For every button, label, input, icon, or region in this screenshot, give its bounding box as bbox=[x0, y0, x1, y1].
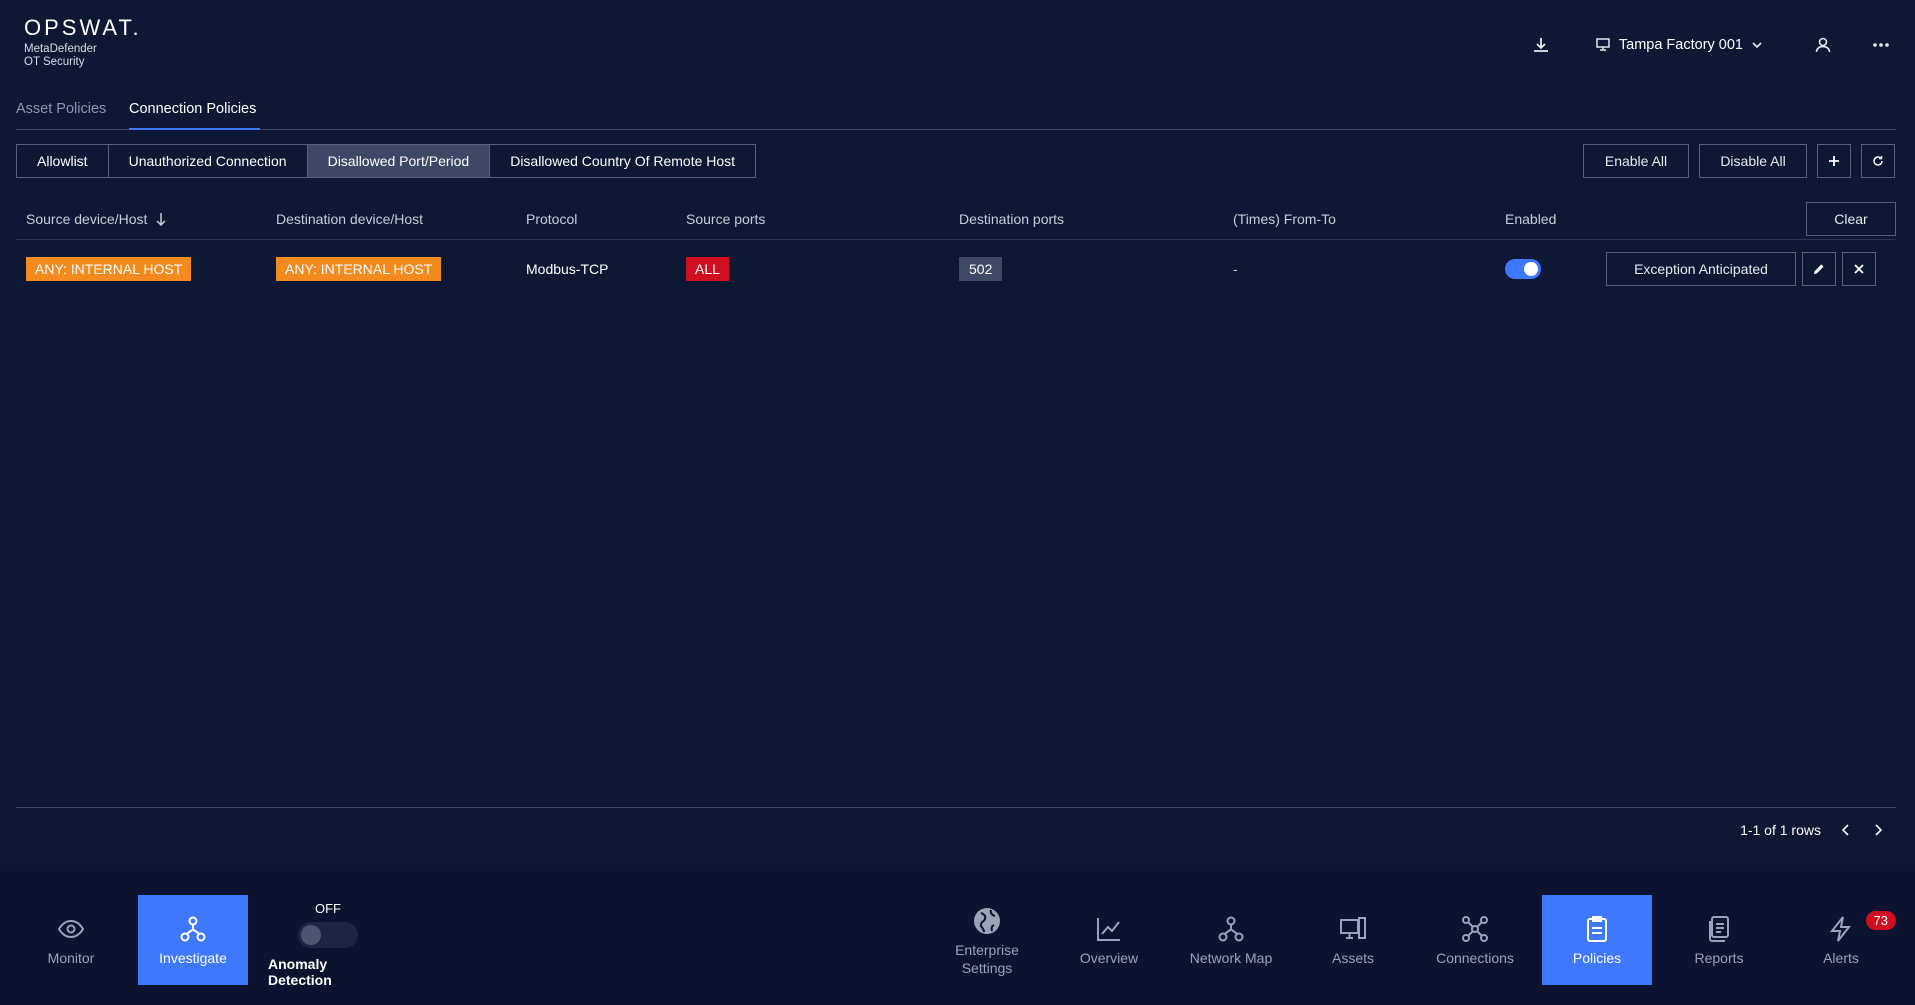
previous-page-button[interactable] bbox=[1839, 824, 1853, 836]
policy-type-filter: Allowlist Unauthorized Connection Disall… bbox=[16, 144, 757, 178]
tab-asset-policies[interactable]: Asset Policies bbox=[16, 98, 106, 130]
devices-icon bbox=[1340, 917, 1366, 939]
anomaly-detection-toggle[interactable] bbox=[298, 922, 358, 948]
eye-icon bbox=[57, 919, 85, 939]
globe-icon bbox=[974, 908, 1000, 934]
chevron-left-icon bbox=[1842, 824, 1849, 836]
clear-button[interactable]: Clear bbox=[1806, 202, 1896, 236]
table-divider bbox=[16, 807, 1896, 808]
destination-ports-cell: 502 bbox=[959, 240, 1003, 298]
edit-button[interactable] bbox=[1802, 252, 1836, 286]
monitor-site-icon bbox=[1596, 38, 1610, 51]
product-subname: OT Security bbox=[24, 56, 85, 68]
plus-icon bbox=[1829, 156, 1839, 166]
nav-monitor[interactable]: Monitor bbox=[16, 895, 126, 985]
delete-button[interactable] bbox=[1842, 252, 1876, 286]
filter-unauthorized-connection[interactable]: Unauthorized Connection bbox=[109, 145, 308, 177]
column-source-ports[interactable]: Source ports bbox=[686, 198, 765, 240]
line-chart-icon bbox=[1097, 918, 1120, 941]
source-ports-tag: ALL bbox=[686, 257, 729, 281]
logo: OPSWAT. MetaDefender OT Security bbox=[24, 16, 142, 69]
logo-wordmark: OPSWAT. bbox=[24, 15, 142, 40]
hierarchy-icon bbox=[180, 916, 206, 942]
protocol-value: Modbus-TCP bbox=[526, 261, 609, 277]
clear-cell: Clear bbox=[1806, 198, 1896, 240]
anomaly-label: Anomaly Detection bbox=[268, 956, 332, 988]
refresh-icon bbox=[1873, 156, 1883, 166]
nav-reports[interactable]: Reports bbox=[1664, 895, 1774, 985]
column-protocol[interactable]: Protocol bbox=[526, 198, 577, 240]
enabled-cell bbox=[1505, 240, 1541, 298]
destination-ports-tag: 502 bbox=[959, 257, 1003, 281]
bottom-navigation: Monitor Investigate OFF Anomaly Detectio… bbox=[0, 871, 1915, 1005]
policy-actions: Enable All Disable All bbox=[1583, 144, 1895, 178]
enable-all-button[interactable]: Enable All bbox=[1583, 144, 1689, 178]
next-page-button[interactable] bbox=[1871, 824, 1885, 836]
nav-connections[interactable]: Connections bbox=[1420, 895, 1530, 985]
site-selector[interactable]: Tampa Factory 001 bbox=[1595, 37, 1763, 53]
connections-icon bbox=[1462, 916, 1488, 942]
network-icon bbox=[1218, 916, 1244, 942]
chevron-right-icon bbox=[1875, 824, 1882, 836]
close-icon bbox=[1854, 264, 1864, 274]
filter-disallowed-country[interactable]: Disallowed Country Of Remote Host bbox=[490, 145, 755, 177]
sort-down-icon bbox=[156, 213, 166, 226]
destination-host-tag[interactable]: ANY: INTERNAL HOST bbox=[276, 257, 442, 281]
row-actions: Exception Anticipated bbox=[1606, 240, 1876, 298]
nav-network-map[interactable]: Network Map bbox=[1176, 895, 1286, 985]
filter-disallowed-port-period[interactable]: Disallowed Port/Period bbox=[307, 145, 491, 177]
nav-assets[interactable]: Assets bbox=[1298, 895, 1408, 985]
nav-alerts[interactable]: Alerts 73 bbox=[1786, 895, 1896, 985]
nav-overview[interactable]: Overview bbox=[1054, 895, 1164, 985]
table-header: Source device/Host Destination device/Ho… bbox=[16, 198, 1896, 240]
source-cell: ANY: INTERNAL HOST bbox=[26, 240, 192, 298]
lightning-icon bbox=[1829, 916, 1852, 942]
add-policy-button[interactable] bbox=[1817, 144, 1851, 178]
column-enabled[interactable]: Enabled bbox=[1505, 198, 1556, 240]
policy-tabs: Asset Policies Connection Policies bbox=[16, 98, 1896, 130]
column-destination-ports[interactable]: Destination ports bbox=[959, 198, 1064, 240]
source-ports-cell: ALL bbox=[686, 240, 729, 298]
alerts-count-badge: 73 bbox=[1865, 911, 1896, 930]
column-times[interactable]: (Times) From-To bbox=[1233, 198, 1336, 240]
download-icon[interactable] bbox=[1527, 31, 1555, 59]
tab-connection-policies[interactable]: Connection Policies bbox=[129, 98, 260, 130]
nav-policies[interactable]: Policies bbox=[1542, 895, 1652, 985]
pagination-summary: 1-1 of 1 rows bbox=[1740, 822, 1821, 838]
pagination: 1-1 of 1 rows bbox=[1740, 822, 1885, 838]
product-name: MetaDefender bbox=[24, 43, 97, 55]
chevron-down-icon bbox=[1752, 42, 1762, 49]
exception-anticipated-button[interactable]: Exception Anticipated bbox=[1606, 252, 1796, 286]
top-bar: OPSWAT. MetaDefender OT Security Tampa F… bbox=[0, 0, 1915, 80]
disable-all-button[interactable]: Disable All bbox=[1699, 144, 1807, 178]
filter-allowlist[interactable]: Allowlist bbox=[17, 145, 109, 177]
destination-cell: ANY: INTERNAL HOST bbox=[276, 240, 442, 298]
top-right-controls: Tampa Factory 001 bbox=[1527, 30, 1895, 60]
user-icon[interactable] bbox=[1809, 31, 1837, 59]
source-host-tag[interactable]: ANY: INTERNAL HOST bbox=[26, 257, 192, 281]
clipboard-icon bbox=[1587, 916, 1607, 942]
site-name: Tampa Factory 001 bbox=[1618, 37, 1743, 53]
column-destination-host[interactable]: Destination device/Host bbox=[276, 198, 423, 240]
policies-table: Source device/Host Destination device/Ho… bbox=[16, 198, 1896, 298]
enabled-toggle[interactable] bbox=[1505, 259, 1541, 279]
pencil-icon bbox=[1814, 264, 1824, 274]
anomaly-detection: OFF Anomaly Detection bbox=[268, 901, 388, 988]
times-value: - bbox=[1233, 261, 1238, 277]
refresh-button[interactable] bbox=[1861, 144, 1895, 178]
nav-enterprise-settings[interactable]: Enterprise Settings bbox=[932, 889, 1042, 993]
anomaly-state: OFF bbox=[315, 901, 341, 916]
column-source-host[interactable]: Source device/Host bbox=[26, 198, 167, 240]
reports-icon bbox=[1709, 916, 1729, 942]
table-row: ANY: INTERNAL HOST ANY: INTERNAL HOST Mo… bbox=[16, 240, 1896, 298]
nav-investigate[interactable]: Investigate bbox=[138, 895, 248, 985]
more-options-icon[interactable] bbox=[1867, 31, 1895, 59]
